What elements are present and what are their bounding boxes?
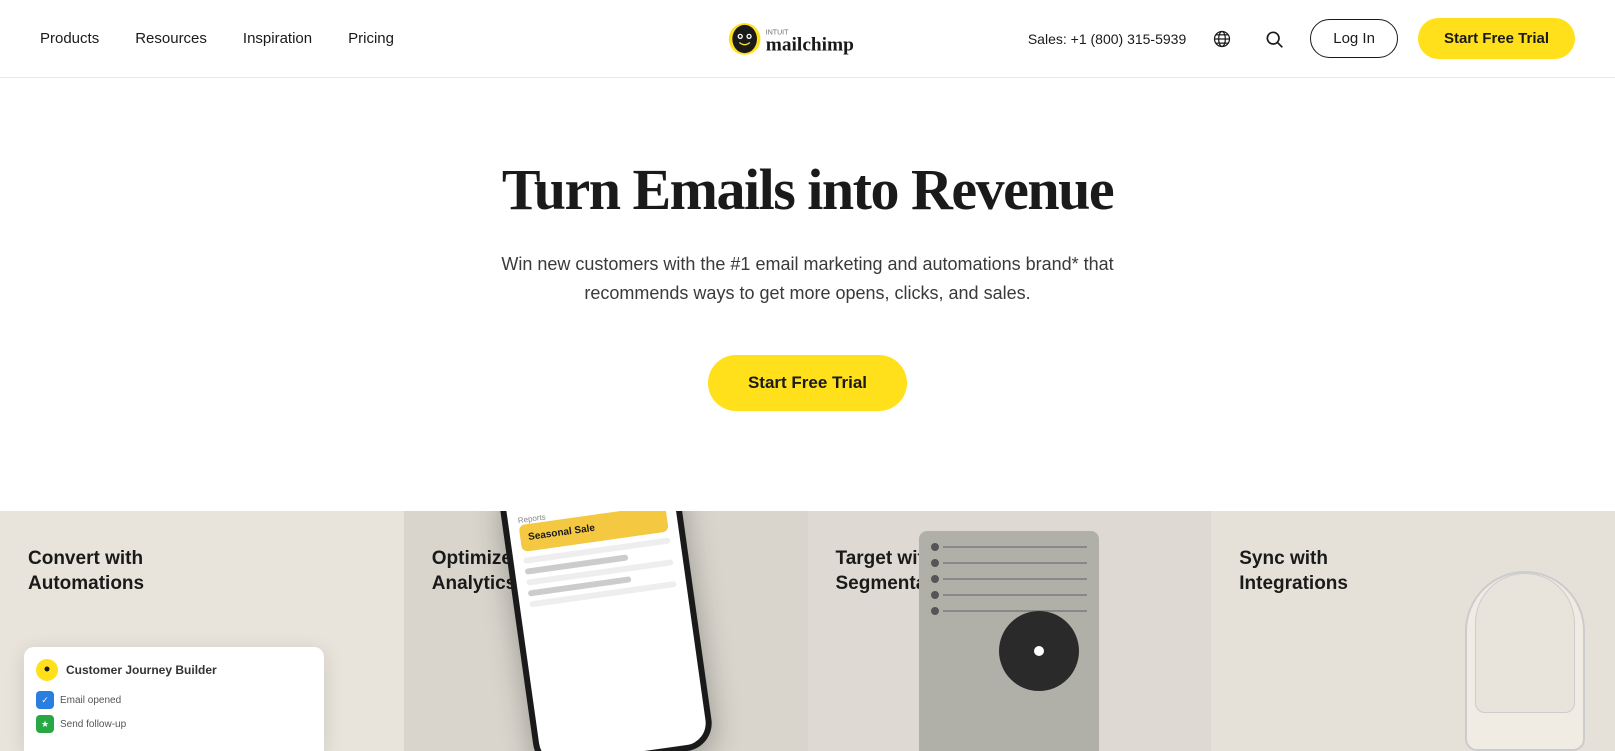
cjb-node-icon-1: ✓ xyxy=(36,691,54,709)
globe-icon xyxy=(1212,29,1232,49)
login-button[interactable]: Log In xyxy=(1310,19,1398,58)
search-button[interactable] xyxy=(1258,23,1290,55)
ruler-mark-3 xyxy=(931,575,1087,583)
seg-dot-inner xyxy=(1034,646,1044,656)
hero-subtitle: Win new customers with the #1 email mark… xyxy=(488,250,1128,308)
feature-title-automations: Convert with Automations xyxy=(28,547,228,596)
hero-title: Turn Emails into Revenue xyxy=(502,158,1113,222)
mailchimp-logo-svg: INTUIT mailchimp xyxy=(718,17,898,61)
cjb-mockup: Customer Journey Builder ✓ Email opened … xyxy=(24,647,324,751)
feature-card-integrations[interactable]: Sync with Integrations xyxy=(1211,511,1615,751)
ruler-dot-1 xyxy=(931,543,939,551)
ruler-mark-4 xyxy=(931,591,1087,599)
svg-text:mailchimp: mailchimp xyxy=(765,34,853,55)
ruler-dot-4 xyxy=(931,591,939,599)
ruler-line-4 xyxy=(943,594,1087,596)
cjb-title: Customer Journey Builder xyxy=(66,663,217,677)
nav-link-resources[interactable]: Resources xyxy=(135,30,207,47)
phone-screen: Reports Seasonal Sale xyxy=(503,511,708,751)
hero-section: Turn Emails into Revenue Win new custome… xyxy=(0,78,1615,511)
ruler-dot-3 xyxy=(931,575,939,583)
phone-number: Sales: +1 (800) 315-5939 xyxy=(1028,31,1186,47)
navbar: Products Resources Inspiration Pricing I… xyxy=(0,0,1615,78)
feature-card-segmentation[interactable]: Target with Segmentation xyxy=(808,511,1212,751)
features-strip: Convert with Automations Customer Journe… xyxy=(0,511,1615,751)
nav-link-products[interactable]: Products xyxy=(40,30,99,47)
logo[interactable]: INTUIT mailchimp xyxy=(718,17,898,61)
ruler-line-3 xyxy=(943,578,1087,580)
feature-title-integrations: Sync with Integrations xyxy=(1239,547,1439,596)
seg-circle xyxy=(999,611,1079,691)
hero-start-free-trial-button[interactable]: Start Free Trial xyxy=(708,355,907,411)
language-button[interactable] xyxy=(1206,23,1238,55)
ruler-line-2 xyxy=(943,562,1087,564)
cjb-node-1: ✓ Email opened xyxy=(36,691,312,709)
nav-link-inspiration[interactable]: Inspiration xyxy=(243,30,312,47)
ruler-line-1 xyxy=(943,546,1087,548)
ruler-mark-1 xyxy=(931,543,1087,551)
nav-left: Products Resources Inspiration Pricing xyxy=(40,30,394,47)
nav-link-pricing[interactable]: Pricing xyxy=(348,30,394,47)
ruler-mark-2 xyxy=(931,559,1087,567)
phone-mockup: Reports Seasonal Sale xyxy=(496,511,715,751)
int-mockup xyxy=(1465,571,1585,751)
ruler-line-5 xyxy=(943,610,1087,612)
cjb-node-label-1: Email opened xyxy=(60,695,121,706)
ruler-dot-5 xyxy=(931,607,939,615)
cjb-logo xyxy=(36,659,58,681)
cjb-header: Customer Journey Builder xyxy=(36,659,312,681)
cjb-node-2: ★ Send follow-up xyxy=(36,715,312,733)
cjb-node-label-2: Send follow-up xyxy=(60,719,126,730)
ruler-mark-5 xyxy=(931,607,1087,615)
search-icon xyxy=(1264,29,1284,49)
nav-start-free-trial-button[interactable]: Start Free Trial xyxy=(1418,18,1575,59)
int-cup xyxy=(1475,573,1575,713)
cjb-node-icon-2: ★ xyxy=(36,715,54,733)
feature-card-automations[interactable]: Convert with Automations Customer Journe… xyxy=(0,511,404,751)
ruler-dot-2 xyxy=(931,559,939,567)
seg-mockup xyxy=(919,531,1099,751)
ruler-marks xyxy=(919,543,1099,615)
nav-right: Sales: +1 (800) 315-5939 Log In Start Fr… xyxy=(1028,18,1575,59)
feature-card-ai-analytics[interactable]: Optimize with AI & Analytics Reports Sea… xyxy=(404,511,808,751)
int-cylinder xyxy=(1465,571,1585,751)
